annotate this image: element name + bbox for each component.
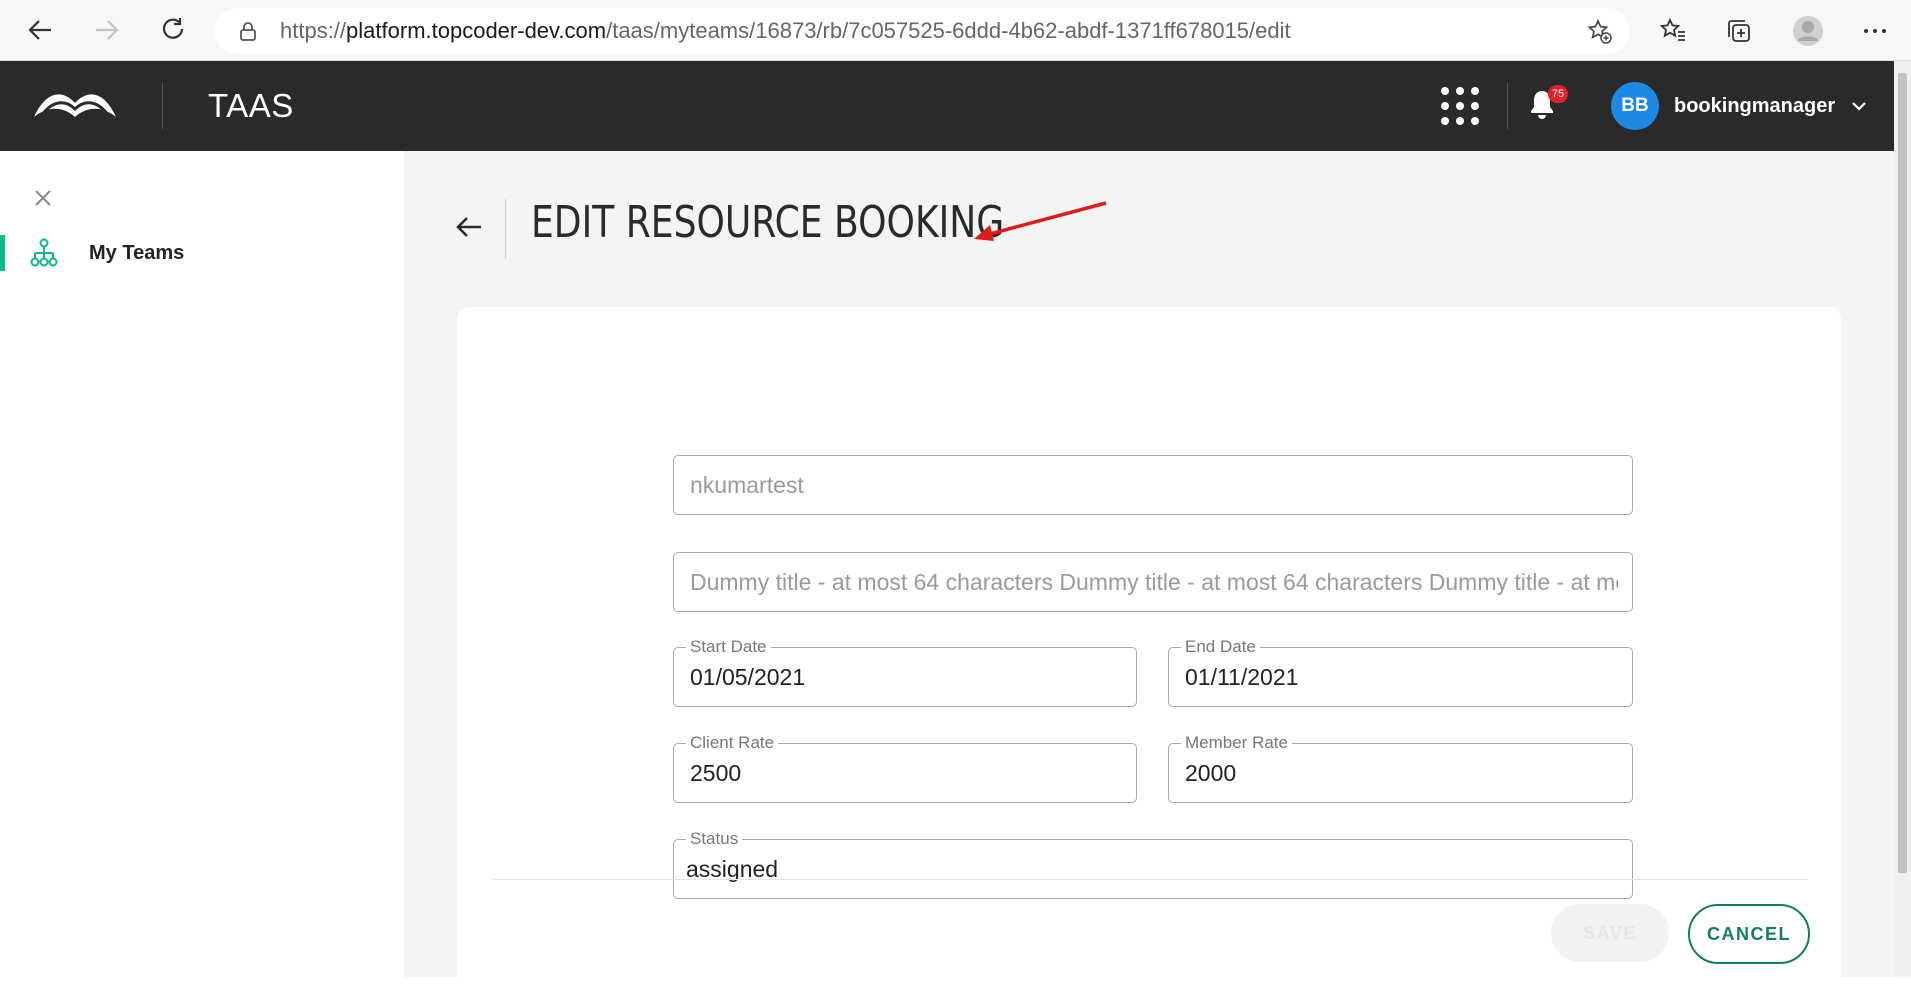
handle-value: nkumartest (690, 472, 804, 498)
form-divider (492, 879, 1808, 880)
url-text[interactable]: https://platform.topcoder-dev.com/taas/m… (280, 8, 1291, 54)
url-host: platform.topcoder-dev.com (346, 18, 607, 43)
apps-grid-icon[interactable] (1440, 86, 1480, 126)
booking-form-card: nkumartest Dummy title - at most 64 char… (457, 307, 1841, 987)
favorites-icon[interactable] (1656, 14, 1690, 48)
forward-icon[interactable] (89, 12, 125, 48)
url-path: /taas/myteams/16873/rb/7c057525-6ddd-4b6… (606, 18, 1291, 43)
lock-icon[interactable] (238, 21, 258, 41)
start-date-value: 01/05/2021 (690, 664, 806, 690)
notification-badge: 75 (1548, 85, 1568, 103)
page-title: EDIT RESOURCE BOOKING (531, 197, 1005, 248)
add-favorite-icon[interactable] (1586, 18, 1612, 44)
avatar[interactable]: BB (1611, 82, 1659, 130)
profile-icon[interactable] (1791, 14, 1825, 48)
url-prefix: https:// (280, 18, 347, 43)
team-hierarchy-icon (30, 238, 58, 267)
client-rate-field[interactable]: Client Rate 2500 (673, 732, 1137, 803)
scroll-thumb[interactable] (1898, 73, 1907, 873)
main-content: EDIT RESOURCE BOOKING nkumartest Dummy t… (404, 151, 1894, 987)
reload-icon[interactable] (155, 12, 191, 48)
active-indicator (0, 235, 5, 271)
header-divider-2 (1507, 83, 1508, 129)
close-icon[interactable] (28, 183, 58, 213)
job-title-value: Dummy title - at most 64 characters Dumm… (690, 569, 1618, 595)
handle-field[interactable]: nkumartest (673, 455, 1633, 515)
sidebar: My Teams (0, 151, 404, 977)
member-rate-value: 2000 (1185, 760, 1237, 786)
back-icon[interactable] (22, 12, 58, 48)
red-annotation-arrow (974, 201, 1107, 241)
status-select[interactable]: Status assigned (673, 828, 1633, 899)
sidebar-item-label: My Teams (89, 242, 185, 264)
sidebar-item-my-teams[interactable]: My Teams (0, 235, 404, 279)
title-divider (505, 199, 506, 259)
app-header: TAAS 75 BB bookingmanager (0, 61, 1894, 151)
cancel-button[interactable]: CANCEL (1688, 904, 1810, 964)
end-date-field[interactable]: End Date 01/11/2021 (1168, 636, 1633, 707)
app-name[interactable]: TAAS (208, 61, 294, 151)
more-options-icon[interactable] (1858, 14, 1892, 48)
status-value: assigned (686, 856, 779, 882)
page-scrollbar[interactable] (1894, 61, 1911, 977)
end-date-value: 01/11/2021 (1185, 664, 1299, 690)
header-divider (162, 83, 163, 129)
save-button[interactable]: SAVE (1551, 904, 1669, 962)
member-rate-field[interactable]: Member Rate 2000 (1168, 732, 1633, 803)
job-title-field[interactable]: Dummy title - at most 64 characters Dumm… (673, 552, 1633, 612)
username[interactable]: bookingmanager (1674, 61, 1835, 151)
topcoder-logo[interactable] (32, 87, 118, 125)
address-bar[interactable]: https://platform.topcoder-dev.com/taas/m… (214, 8, 1630, 54)
client-rate-value: 2500 (690, 760, 742, 786)
browser-toolbar: https://platform.topcoder-dev.com/taas/m… (0, 0, 1911, 61)
back-arrow-icon[interactable] (453, 213, 485, 241)
collections-icon[interactable] (1722, 14, 1756, 48)
chevron-down-icon[interactable] (1850, 97, 1868, 115)
start-date-field[interactable]: Start Date 01/05/2021 (673, 636, 1137, 707)
